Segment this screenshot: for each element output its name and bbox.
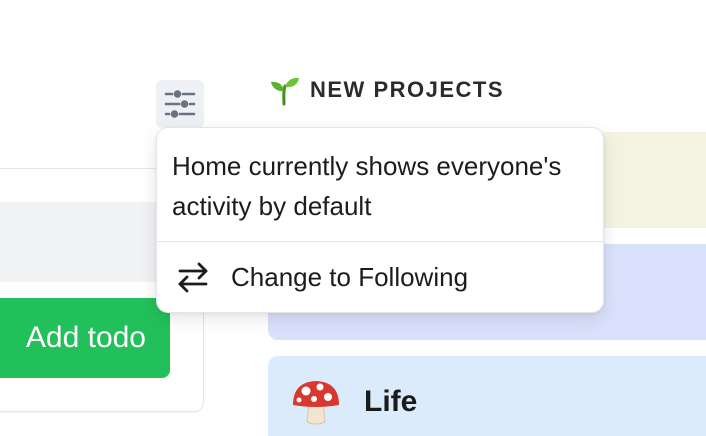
- home-screen: Add todo NEW PROJECTS Life Home currentl…: [0, 0, 706, 436]
- sliders-icon: [164, 90, 196, 118]
- project-name: Life: [364, 385, 418, 418]
- home-filter-popover: Home currently shows everyone's activity…: [156, 127, 604, 313]
- section-title: NEW PROJECTS: [310, 77, 505, 102]
- new-projects-heading: NEW PROJECTS: [268, 74, 504, 106]
- project-life-title: Life: [290, 378, 417, 426]
- popover-message: Home currently shows everyone's activity…: [172, 151, 562, 221]
- filter-button[interactable]: [156, 80, 204, 128]
- add-todo-button[interactable]: Add todo: [0, 298, 170, 378]
- seedling-icon: [271, 77, 299, 106]
- mushroom-icon: [293, 381, 339, 425]
- change-to-following-button[interactable]: Change to Following: [157, 242, 603, 312]
- swap-arrows-icon: [178, 262, 208, 293]
- popover-action-label: Change to Following: [231, 261, 469, 292]
